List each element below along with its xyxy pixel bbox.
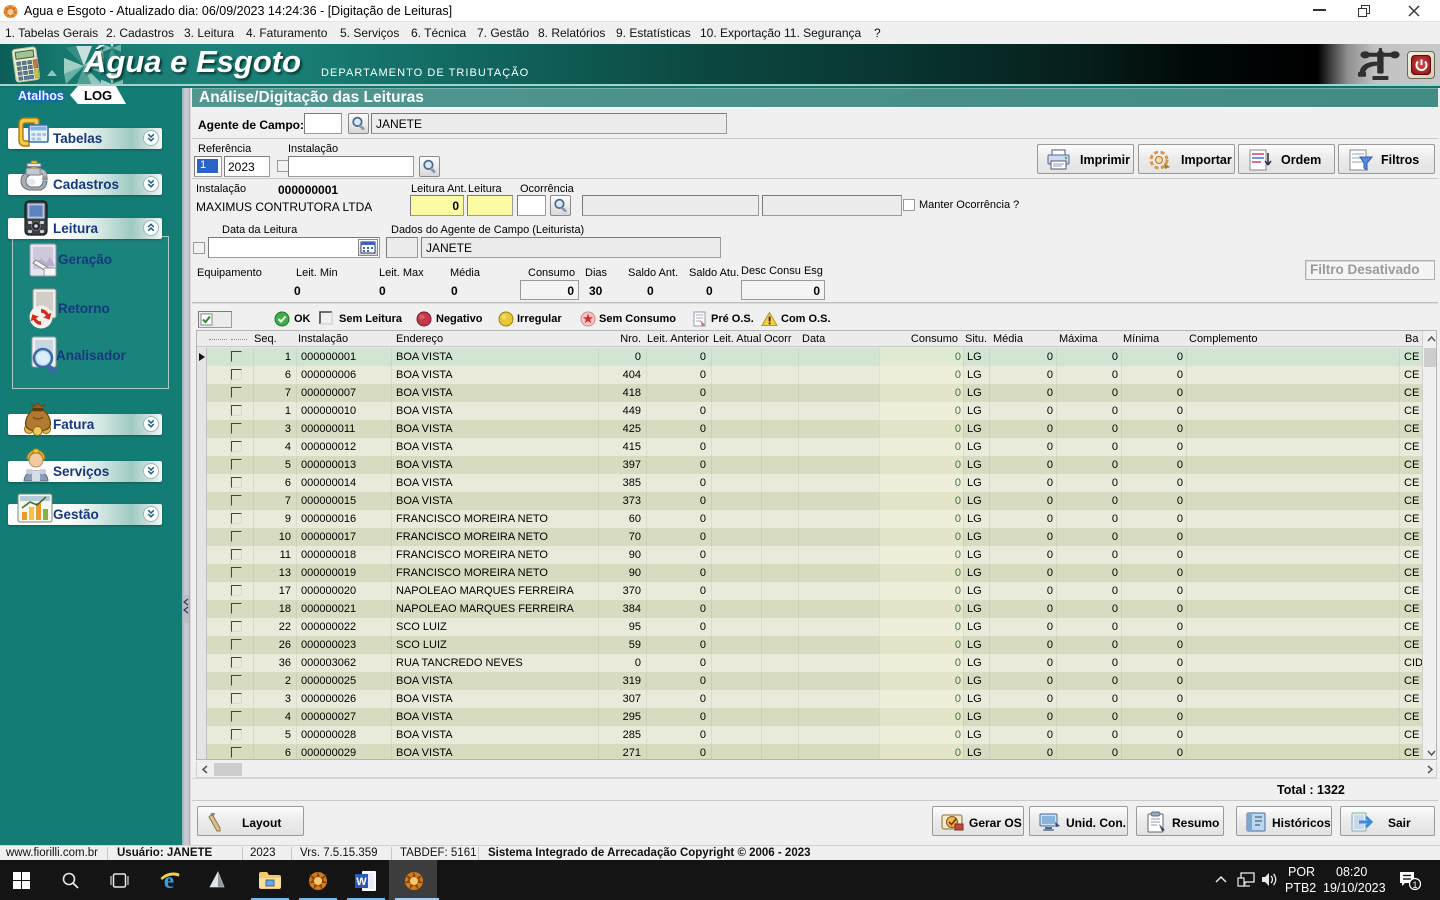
- svg-text:W: W: [356, 876, 367, 888]
- svg-text:e: e: [164, 869, 174, 892]
- svg-text:1: 1: [1412, 880, 1417, 890]
